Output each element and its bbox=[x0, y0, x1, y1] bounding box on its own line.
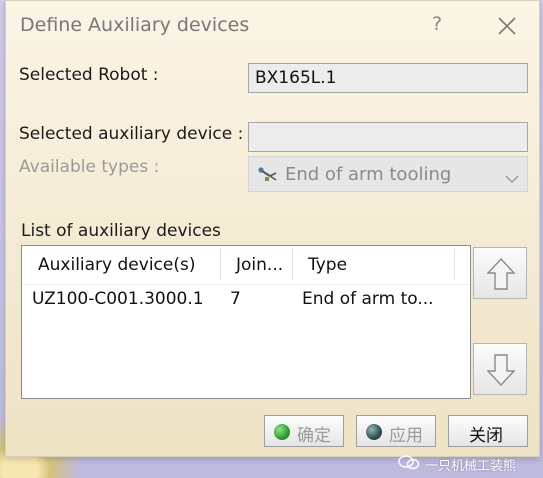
move-up-button[interactable] bbox=[473, 247, 527, 299]
list-title: List of auxiliary devices bbox=[21, 221, 221, 241]
list-header: Auxiliary device(s) Join... Type bbox=[22, 246, 470, 285]
apply-button-label: 应用 bbox=[389, 426, 423, 446]
ok-status-dot-icon bbox=[274, 424, 290, 440]
close-button[interactable]: 关闭 bbox=[448, 415, 528, 447]
column-divider[interactable] bbox=[292, 248, 293, 280]
column-header-joint[interactable]: Join... bbox=[236, 255, 283, 275]
tooling-icon bbox=[257, 165, 279, 183]
apply-button[interactable]: 应用 bbox=[356, 415, 436, 447]
ok-button[interactable]: 确定 bbox=[264, 415, 344, 447]
selected-aux-device-label: Selected auxiliary device : bbox=[19, 124, 244, 144]
cell-type: End of arm to... bbox=[302, 289, 434, 309]
arrow-up-icon bbox=[486, 257, 516, 290]
arrow-down-icon bbox=[486, 354, 516, 387]
available-types-label: Available types : bbox=[19, 157, 160, 177]
selected-robot-field: BX165L.1 bbox=[248, 63, 528, 93]
dialog-title: Define Auxiliary devices bbox=[20, 14, 250, 36]
title-bar: Define Auxiliary devices ? bbox=[6, 1, 539, 51]
column-divider[interactable] bbox=[454, 248, 455, 280]
help-button[interactable]: ? bbox=[426, 13, 448, 37]
wechat-icon bbox=[398, 455, 420, 470]
column-header-type[interactable]: Type bbox=[308, 255, 347, 275]
watermark-text: 一只机械工装熊 bbox=[425, 459, 517, 474]
column-divider[interactable] bbox=[220, 248, 221, 280]
define-auxiliary-devices-dialog: Define Auxiliary devices ? Selected Robo… bbox=[5, 0, 540, 457]
chevron-down-icon[interactable] bbox=[505, 169, 519, 184]
selected-aux-device-field bbox=[248, 122, 528, 152]
available-types-select[interactable]: End of arm tooling bbox=[248, 156, 528, 192]
cell-device: UZ100-C001.3000.1 bbox=[32, 289, 204, 309]
aux-devices-list[interactable]: Auxiliary device(s) Join... Type UZ100-C… bbox=[21, 245, 471, 399]
apply-status-dot-icon bbox=[366, 424, 382, 440]
table-row[interactable]: UZ100-C001.3000.1 7 End of arm to... bbox=[22, 286, 470, 314]
available-types-value: End of arm tooling bbox=[285, 164, 452, 185]
selected-robot-label: Selected Robot : bbox=[19, 65, 159, 85]
close-button-label: 关闭 bbox=[469, 426, 503, 446]
close-icon[interactable] bbox=[496, 15, 518, 37]
move-down-button[interactable] bbox=[473, 343, 527, 395]
ok-button-label: 确定 bbox=[297, 426, 331, 446]
column-header-device[interactable]: Auxiliary device(s) bbox=[38, 255, 195, 275]
cell-joint: 7 bbox=[230, 289, 241, 309]
